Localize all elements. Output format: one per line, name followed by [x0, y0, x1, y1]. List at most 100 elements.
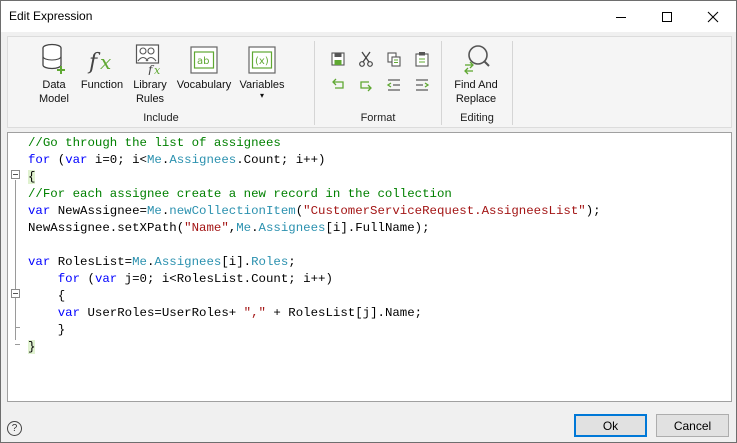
code-token: } [28, 340, 36, 354]
svg-text:x: x [100, 50, 111, 74]
code-token: "CustomerServiceRequest.AssigneesList" [303, 204, 586, 218]
editing-group-label: Editing [460, 112, 494, 124]
code-token: //For each assignee create a new record … [28, 187, 452, 201]
ok-button[interactable]: Ok [574, 414, 647, 437]
code-token: newCollectionItem [169, 204, 296, 218]
find-and-replace-label-2: Replace [455, 93, 497, 105]
code-token: NewAssignee= [50, 204, 147, 218]
collapse-toggle[interactable] [11, 170, 20, 179]
outdent-button[interactable] [383, 75, 405, 95]
code-line: var NewAssignee=Me.newCollectionItem("Cu… [28, 203, 601, 220]
find-and-replace-button[interactable]: Find And Replace [446, 41, 506, 106]
code-line: //Go through the list of assignees [28, 135, 601, 152]
fold-guide-line [15, 180, 16, 340]
format-group-label: Format [360, 112, 396, 124]
indent-button[interactable] [411, 75, 433, 95]
window-title: Edit Expression [9, 9, 93, 23]
code-token: j=0; i<RolesList.Count; i++) [117, 272, 333, 286]
code-token: } [28, 323, 66, 337]
library-rules-label-2: Rules [135, 93, 165, 105]
copy-button[interactable] [383, 49, 405, 69]
function-fx-icon: f x [87, 50, 111, 75]
code-token: var [94, 272, 118, 286]
close-icon [707, 11, 719, 22]
code-token: i=0; i< [87, 153, 147, 167]
outdent-icon [386, 79, 400, 91]
code-token: //Go through the list of assignees [28, 136, 281, 150]
redo-button[interactable] [355, 75, 377, 95]
ribbon-divider [512, 41, 513, 125]
code-line: for (var j=0; i<RolesList.Count; i++) [28, 271, 601, 288]
function-label: Function [80, 79, 124, 91]
paste-button[interactable] [411, 49, 433, 69]
data-model-label-1: Data [42, 79, 66, 91]
code-token: ( [80, 272, 95, 286]
code-token: UserRoles=UserRoles+ [80, 306, 244, 320]
code-token: Assignees [258, 221, 326, 235]
vocabulary-label: Vocabulary [176, 79, 232, 91]
paste-icon [415, 52, 429, 67]
code-token: Assignees [169, 153, 237, 167]
code-token: var [57, 306, 81, 320]
indent-icon [416, 79, 430, 91]
svg-text:(x): (x) [255, 56, 269, 67]
svg-text:ab: ab [197, 56, 209, 67]
code-line: } [28, 339, 601, 356]
data-model-label-2: Model [39, 93, 69, 105]
code-token: Me [146, 204, 162, 218]
maximize-button[interactable] [644, 1, 690, 32]
code-token: "," [243, 306, 266, 320]
code-token: ); [585, 204, 601, 218]
code-token: { [28, 170, 36, 184]
code-token: ; [288, 255, 296, 269]
code-editor[interactable]: //Go through the list of assignees for (v… [7, 132, 732, 402]
code-line: //For each assignee create a new record … [28, 186, 601, 203]
code-token: for [28, 153, 51, 167]
code-token: + RolesList[j].Name; [265, 306, 423, 320]
library-rules-button[interactable]: f x Library Rules [128, 41, 172, 106]
undo-button[interactable] [327, 75, 349, 95]
code-token: . [251, 221, 259, 235]
code-token: NewAssignee.setXPath( [28, 221, 185, 235]
help-icon[interactable]: ? [7, 421, 22, 436]
library-rules-icon: f x [135, 44, 161, 75]
library-rules-label-1: Library [133, 79, 167, 91]
code-token: "Name" [184, 221, 229, 235]
svg-text:x: x [154, 64, 161, 75]
code-line: var UserRoles=UserRoles+ "," + RolesList… [28, 305, 601, 322]
vocabulary-button[interactable]: ab Vocabulary [174, 41, 234, 92]
code-text: //Go through the list of assignees for (v… [28, 135, 601, 356]
minimize-button[interactable] [598, 1, 644, 32]
code-token: Me [236, 221, 252, 235]
edit-expression-dialog: Edit Expression Data Model f x Function … [0, 0, 737, 443]
save-icon [331, 52, 345, 66]
variables-icon: (x) [248, 46, 276, 74]
function-button[interactable]: f x Function [78, 41, 126, 92]
code-line: } [28, 322, 601, 339]
code-token: { [28, 289, 66, 303]
code-line: { [28, 169, 601, 186]
code-token: [i].FullName); [325, 221, 430, 235]
find-replace-icon [464, 45, 490, 75]
collapse-toggle[interactable] [11, 289, 20, 298]
cancel-button[interactable]: Cancel [656, 414, 729, 437]
include-group: Data Model f x Function f x Library Rule… [8, 37, 314, 127]
variables-button[interactable]: (x) Variables ▾ [236, 41, 288, 100]
cut-icon [359, 51, 373, 67]
title-bar: Edit Expression [1, 1, 736, 32]
code-token: Roles [251, 255, 289, 269]
data-model-button[interactable]: Data Model [30, 41, 78, 106]
close-button[interactable] [690, 1, 736, 32]
variables-label: Variables [239, 79, 285, 91]
fold-end-marker [15, 327, 20, 328]
copy-icon [387, 52, 401, 67]
editing-group: Find And Replace Editing [442, 37, 512, 127]
cut-button[interactable] [355, 49, 377, 69]
database-icon [42, 43, 65, 74]
redo-icon [360, 81, 372, 92]
save-button[interactable] [327, 49, 349, 69]
find-and-replace-label-1: Find And [454, 79, 498, 91]
